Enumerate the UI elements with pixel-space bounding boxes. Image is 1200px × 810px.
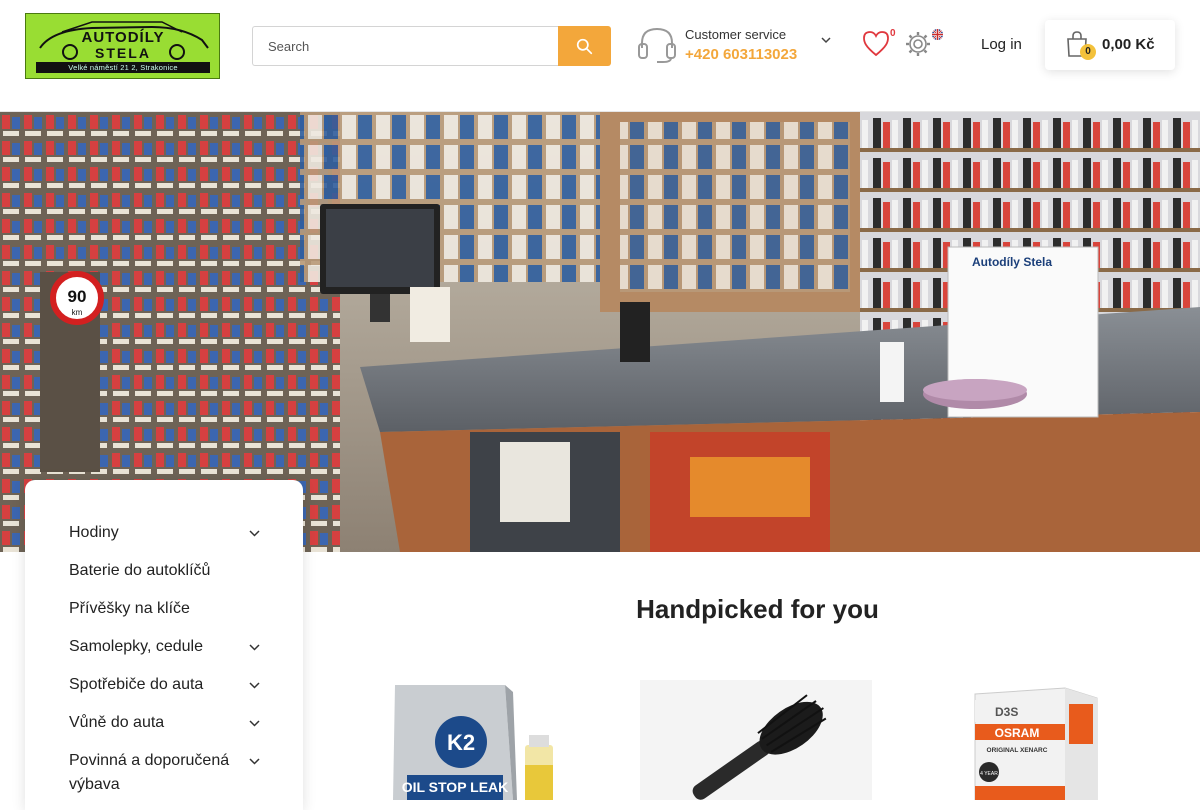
- category-label: Spotřebiče do auta: [69, 676, 204, 693]
- chevron-down-icon[interactable]: [249, 680, 260, 691]
- category-item-samolepky[interactable]: Samolepky, cedule: [25, 635, 303, 659]
- category-label: Samolepky, cedule: [69, 638, 203, 655]
- product-brand: K2: [447, 730, 475, 755]
- chevron-down-icon[interactable]: [249, 642, 260, 653]
- category-item-hodiny[interactable]: Hodiny: [25, 521, 303, 545]
- customer-service-label: Customer service: [685, 27, 787, 42]
- customer-service-phone[interactable]: +420 603113023: [685, 46, 797, 63]
- site-logo[interactable]: AUTODÍLY STELA Velké náměstí 21 2, Strak…: [25, 13, 220, 79]
- cart-total: 0,00 Kč: [1102, 36, 1155, 53]
- category-item-vybava[interactable]: Povinná a doporučená výbava: [25, 749, 303, 797]
- hero-sign-title: Autodíly Stela: [972, 255, 1052, 269]
- category-sidebar: Hodiny Baterie do autoklíčů Přívěšky na …: [25, 480, 303, 810]
- search-form: [252, 26, 611, 66]
- product-line: ORIGINAL XENARC: [987, 747, 1048, 754]
- gear-icon[interactable]: [905, 30, 931, 58]
- cart-count-badge: 0: [1080, 44, 1096, 60]
- product-label: OIL STOP LEAK: [402, 779, 509, 795]
- category-label: Povinná a doporučená výbava: [69, 752, 230, 793]
- section-heading: Handpicked for you: [636, 594, 879, 624]
- product-model: D3S: [995, 705, 1018, 719]
- category-label: Vůně do auta: [69, 714, 165, 731]
- search-icon: [576, 38, 593, 54]
- hero-speed-unit: km: [72, 308, 83, 317]
- category-label: Přívěšky na klíče: [69, 600, 190, 617]
- search-button[interactable]: [558, 26, 611, 66]
- site-header: AUTODÍLY STELA Velké náměstí 21 2, Strak…: [0, 0, 1200, 112]
- chevron-down-icon[interactable]: [249, 718, 260, 729]
- hero-speed-sign: 90: [68, 287, 87, 306]
- logo-address: Velké náměstí 21 2, Strakonice: [36, 62, 210, 73]
- product-image-k2-oil-stop-leak[interactable]: K2 OIL STOP LEAK: [385, 680, 565, 800]
- category-item-baterie[interactable]: Baterie do autoklíčů: [25, 559, 303, 583]
- product-warranty: 4 YEAR: [980, 771, 998, 777]
- wishlist-count: 0: [890, 28, 896, 39]
- category-label: Baterie do autoklíčů: [69, 562, 211, 579]
- logo-brand-line2: STELA: [95, 45, 151, 61]
- customer-service[interactable]: Customer service +420 603113023: [637, 24, 837, 68]
- chevron-down-icon[interactable]: [249, 756, 260, 767]
- headset-icon: [638, 27, 676, 63]
- login-link[interactable]: Log in: [981, 36, 1022, 53]
- cart-button[interactable]: 0 0,00 Kč: [1045, 20, 1175, 70]
- product-brand: OSRAM: [995, 726, 1040, 740]
- uk-flag-icon[interactable]: [932, 29, 943, 40]
- logo-brand-line1: AUTODÍLY: [81, 29, 164, 46]
- category-item-spotrebice[interactable]: Spotřebiče do auta: [25, 673, 303, 697]
- search-input[interactable]: [252, 26, 560, 66]
- logo-car-graphic: AUTODÍLY STELA: [39, 21, 209, 61]
- chevron-down-icon[interactable]: [249, 528, 260, 539]
- category-item-vune[interactable]: Vůně do auta: [25, 711, 303, 735]
- chevron-down-icon[interactable]: [820, 34, 832, 46]
- product-image-wheel-brush[interactable]: [640, 680, 872, 800]
- category-label: Hodiny: [69, 524, 119, 541]
- product-image-osram-d3s[interactable]: D3S OSRAM ORIGINAL XENARC 4 YEAR: [965, 680, 1105, 800]
- category-item-privesky[interactable]: Přívěšky na klíče: [25, 597, 303, 621]
